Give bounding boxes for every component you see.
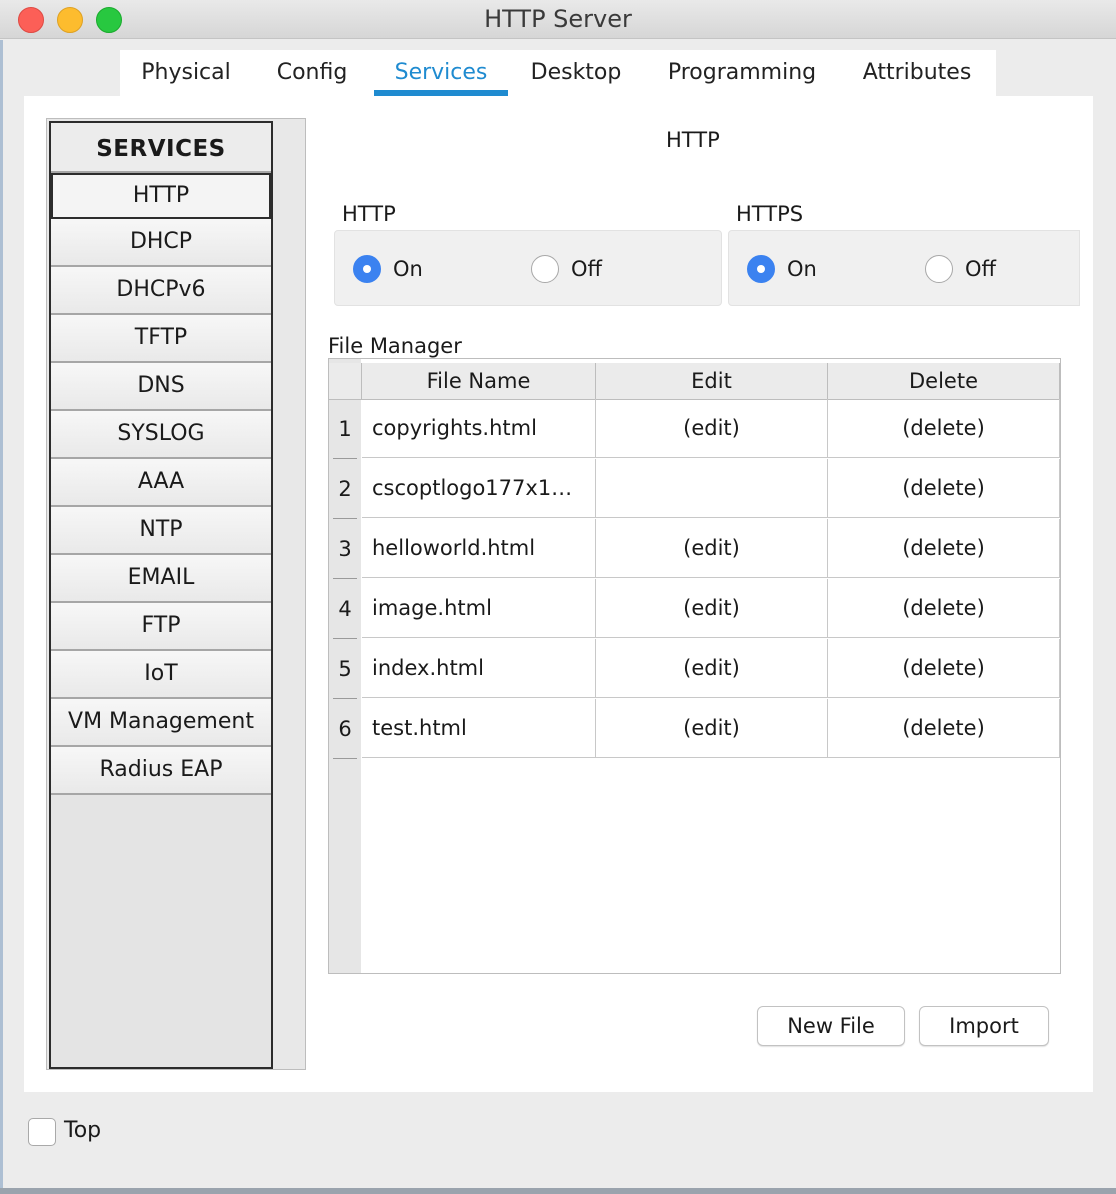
http-on-label: On: [393, 257, 423, 281]
edit-link[interactable]: (edit): [596, 579, 828, 638]
service-item-dns[interactable]: DNS: [51, 363, 271, 411]
row-number: 1: [329, 399, 361, 459]
row-number: 3: [329, 519, 361, 579]
table-header: File Name Edit Delete: [329, 359, 1060, 400]
column-header-delete[interactable]: Delete: [828, 363, 1060, 400]
table-row[interactable]: 1 copyrights.html (edit) (delete): [329, 399, 1060, 459]
https-group-label: HTTPS: [736, 202, 804, 226]
import-button[interactable]: Import: [919, 1006, 1049, 1046]
http-on-radio[interactable]: On: [353, 255, 423, 283]
row-number: 2: [329, 459, 361, 519]
radio-selected-icon: [353, 255, 381, 283]
service-item-vm-management[interactable]: VM Management: [51, 699, 271, 747]
http-group-label: HTTP: [342, 202, 396, 226]
service-item-ftp[interactable]: FTP: [51, 603, 271, 651]
tab-programming[interactable]: Programming: [654, 50, 830, 96]
service-item-syslog[interactable]: SYSLOG: [51, 411, 271, 459]
row-number: 5: [329, 639, 361, 699]
https-on-label: On: [787, 257, 817, 281]
tab-bar: Physical Config Services Desktop Program…: [120, 50, 996, 96]
file-name-cell[interactable]: copyrights.html: [362, 399, 596, 458]
service-item-tftp[interactable]: TFTP: [51, 315, 271, 363]
background-strip: [0, 1188, 1116, 1194]
tab-config[interactable]: Config: [256, 50, 368, 96]
tab-attributes[interactable]: Attributes: [850, 50, 984, 96]
delete-link[interactable]: (delete): [828, 699, 1060, 758]
services-sidebar: SERVICES HTTP DHCP DHCPv6 TFTP DNS SYSLO…: [46, 118, 306, 1070]
service-item-dhcpv6[interactable]: DHCPv6: [51, 267, 271, 315]
table-row[interactable]: 3 helloworld.html (edit) (delete): [329, 519, 1060, 579]
file-manager-table: File Name Edit Delete 1 copyrights.html …: [328, 358, 1061, 974]
table-row[interactable]: 6 test.html (edit) (delete): [329, 699, 1060, 759]
radio-selected-icon: [747, 255, 775, 283]
delete-link[interactable]: (delete): [828, 639, 1060, 698]
delete-link[interactable]: (delete): [828, 519, 1060, 578]
file-manager-label: File Manager: [328, 334, 462, 358]
tab-services[interactable]: Services: [374, 50, 508, 96]
service-item-email[interactable]: EMAIL: [51, 555, 271, 603]
edit-link[interactable]: (edit): [596, 399, 828, 458]
edit-link[interactable]: (edit): [596, 699, 828, 758]
https-off-label: Off: [965, 257, 996, 281]
radio-unselected-icon: [531, 255, 559, 283]
file-name-cell[interactable]: helloworld.html: [362, 519, 596, 578]
file-name-cell[interactable]: test.html: [362, 699, 596, 758]
service-item-iot[interactable]: IoT: [51, 651, 271, 699]
delete-link[interactable]: (delete): [828, 459, 1060, 518]
delete-link[interactable]: (delete): [828, 399, 1060, 458]
service-item-aaa[interactable]: AAA: [51, 459, 271, 507]
tab-physical[interactable]: Physical: [132, 50, 240, 96]
service-item-ntp[interactable]: NTP: [51, 507, 271, 555]
http-off-radio[interactable]: Off: [531, 255, 602, 283]
service-item-dhcp[interactable]: DHCP: [51, 219, 271, 267]
http-radio-group: On Off: [334, 230, 722, 306]
table-row[interactable]: 4 image.html (edit) (delete): [329, 579, 1060, 639]
file-name-cell[interactable]: cscoptlogo177x1…: [362, 459, 596, 518]
top-checkbox[interactable]: [28, 1118, 56, 1146]
http-off-label: Off: [571, 257, 602, 281]
service-item-http[interactable]: HTTP: [51, 173, 271, 219]
https-off-radio[interactable]: Off: [925, 255, 996, 283]
column-header-file-name[interactable]: File Name: [362, 363, 596, 400]
column-header-edit[interactable]: Edit: [596, 363, 828, 400]
table-row[interactable]: 2 cscoptlogo177x1… (delete): [329, 459, 1060, 519]
service-item-radius-eap[interactable]: Radius EAP: [51, 747, 271, 795]
row-number: 6: [329, 699, 361, 759]
window-edge: [0, 40, 3, 1194]
row-number: 4: [329, 579, 361, 639]
https-radio-group: On Off: [728, 230, 1080, 306]
corner-header-cell: [329, 363, 362, 400]
section-title: HTTP: [666, 128, 720, 152]
edit-link[interactable]: (edit): [596, 639, 828, 698]
services-header: SERVICES: [51, 123, 271, 173]
edit-link: [596, 459, 828, 518]
new-file-button[interactable]: New File: [757, 1006, 905, 1046]
radio-unselected-icon: [925, 255, 953, 283]
table-row[interactable]: 5 index.html (edit) (delete): [329, 639, 1060, 699]
file-name-cell[interactable]: index.html: [362, 639, 596, 698]
tab-desktop[interactable]: Desktop: [516, 50, 636, 96]
delete-link[interactable]: (delete): [828, 579, 1060, 638]
edit-link[interactable]: (edit): [596, 519, 828, 578]
services-panel: SERVICES HTTP DHCP DHCPv6 TFTP DNS SYSLO…: [24, 96, 1093, 1092]
http-server-window: HTTP Server Physical Config Services Des…: [0, 0, 1116, 1194]
window-title: HTTP Server: [484, 5, 632, 33]
top-checkbox-label: Top: [64, 1118, 102, 1143]
https-on-radio[interactable]: On: [747, 255, 817, 283]
file-name-cell[interactable]: image.html: [362, 579, 596, 638]
title-bar[interactable]: HTTP Server: [0, 0, 1116, 39]
services-list: SERVICES HTTP DHCP DHCPv6 TFTP DNS SYSLO…: [49, 121, 273, 1069]
